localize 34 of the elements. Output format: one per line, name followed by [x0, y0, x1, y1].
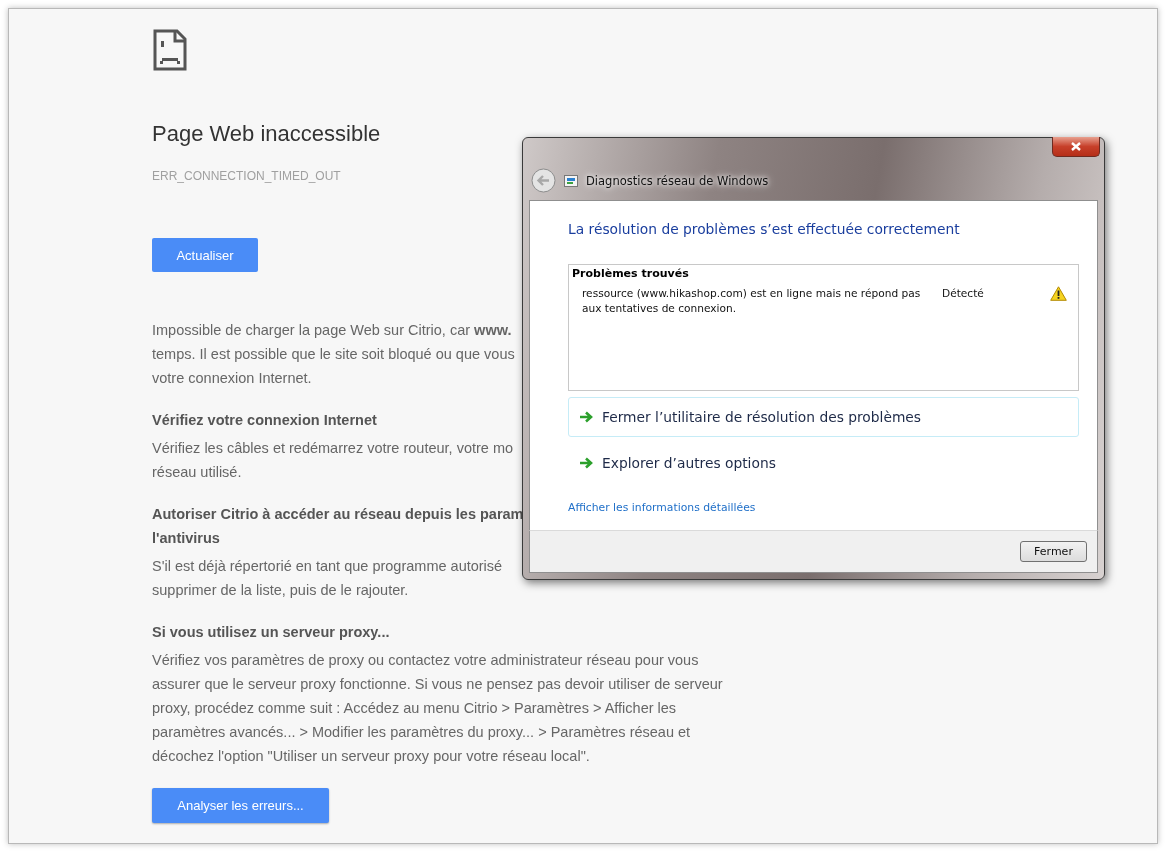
page-title: Page Web inaccessible: [152, 121, 381, 147]
body-text: supprimer de la liste, puis de le rajouter.: [152, 581, 409, 600]
error-code: ERR_CONNECTION_TIMED_OUT: [152, 169, 341, 183]
result-heading: La résolution de problèmes s’est effectuée correctement: [568, 221, 960, 237]
body-text: Vérifiez vos paramètres de proxy ou contactez votre administrateur réseau pour vous: [152, 651, 699, 670]
body-text: assurer que le serveur proxy fonctionne. Si vous ne pensez pas devoir utiliser de serveur: [152, 675, 723, 694]
problem-status: Détecté: [942, 286, 985, 301]
body-text: Impossible de charger la page Web sur Citrio, car www.: [152, 321, 512, 340]
sad-page-icon: [153, 29, 187, 71]
window-title: Diagnostics réseau de Windows: [586, 173, 769, 188]
body-text: réseau utilisé.: [152, 463, 242, 482]
warning-icon: [1050, 286, 1067, 301]
section-heading: Vérifiez votre connexion Internet: [152, 411, 377, 430]
close-icon: [1071, 142, 1081, 151]
body-text: temps. Il est possible que le site soit bloqué ou que vous: [152, 345, 515, 364]
network-diagnostics-icon: [564, 174, 578, 187]
body-text: paramètres avancés... > Modifier les paramètres du proxy... > Paramètres réseau et: [152, 723, 691, 742]
body-text: proxy, procédez comme suit : Accédez au menu Citrio > Paramètres > Afficher les: [152, 699, 677, 718]
problem-description: ressource (www.hikashop.com) est en ligne mais ne répond pas aux tentatives de connexion.: [582, 286, 922, 316]
option-link[interactable]: Explorer d’autres options: [568, 443, 1079, 483]
body-text: Vérifiez les câbles et redémarrez votre routeur, votre mo: [152, 439, 514, 458]
section-heading: l'antivirus: [152, 529, 220, 548]
section-heading: Si vous utilisez un serveur proxy...: [152, 623, 390, 642]
option-link[interactable]: Fermer l’utilitaire de résolution des problèmes: [568, 397, 1079, 437]
close-dialog-button[interactable]: Fermer: [1020, 541, 1087, 562]
body-text: S'il est déjà répertorié en tant que programme autorisé: [152, 557, 503, 576]
section-heading: Autoriser Citrio à accéder au réseau depuis les param: [152, 505, 524, 524]
close-button[interactable]: [1052, 137, 1100, 157]
problems-title: Problèmes trouvés: [572, 267, 690, 280]
body-text: décochez l'option "Utiliser un serveur proxy pour votre réseau local".: [152, 747, 590, 766]
body-text: votre connexion Internet.: [152, 369, 312, 388]
details-link[interactable]: Afficher les informations détaillées: [568, 501, 756, 514]
arrow-icon: [579, 411, 593, 423]
arrow-icon: [579, 457, 593, 469]
